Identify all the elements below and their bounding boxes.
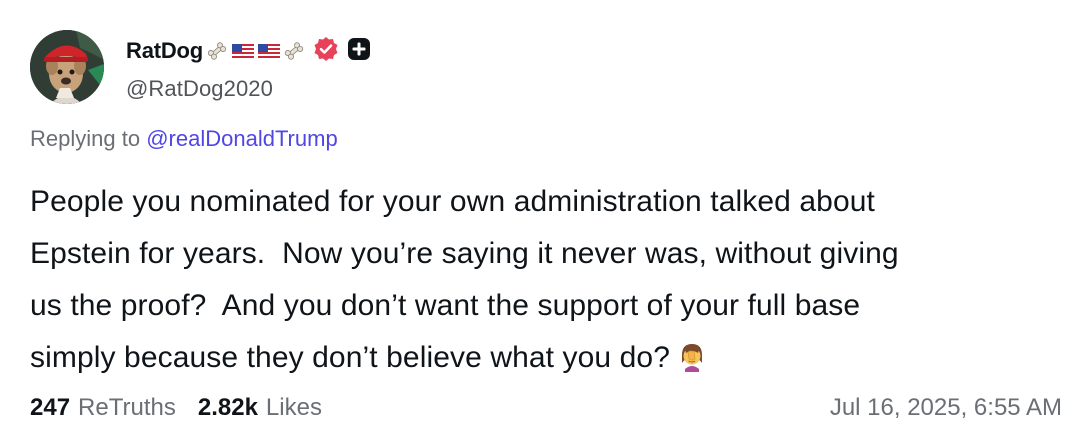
post-body-line: People you nominated for your own admini… xyxy=(30,185,875,218)
us-flag-icon xyxy=(231,44,255,58)
reply-mention-link[interactable]: @realDonaldTrump xyxy=(146,126,337,151)
post-body-line: simply because they don’t believe what y… xyxy=(30,341,670,374)
post-stats: 247 ReTruths 2.82k Likes xyxy=(30,394,322,422)
truth-post: RatDog @RatDog2020 Replying to @realDona… xyxy=(0,0,1080,448)
author-display-name[interactable]: RatDog xyxy=(126,38,203,64)
retruths-label[interactable]: ReTruths xyxy=(78,394,176,422)
likes-count[interactable]: 2.82k xyxy=(198,394,258,422)
author-handle[interactable]: @RatDog2020 xyxy=(126,76,273,102)
facepalm-emoji xyxy=(676,338,708,390)
post-body-line: Epstein for years. Now you’re saying it … xyxy=(30,237,899,270)
bone-icon xyxy=(206,40,228,62)
reply-context: Replying to @realDonaldTrump xyxy=(30,126,338,152)
post-body: People you nominated for your own admini… xyxy=(30,176,1030,390)
retruths-count[interactable]: 247 xyxy=(30,394,70,422)
avatar[interactable] xyxy=(30,30,104,104)
bone-icon xyxy=(283,40,305,62)
post-timestamp[interactable]: Jul 16, 2025, 6:55 AM xyxy=(830,394,1062,422)
verified-badge-icon xyxy=(313,36,339,67)
likes-label[interactable]: Likes xyxy=(266,394,322,422)
plus-badge-icon xyxy=(347,37,371,66)
us-flag-icon xyxy=(257,44,281,58)
author-name-row: RatDog xyxy=(126,34,371,68)
reply-prefix: Replying to xyxy=(30,126,141,151)
post-body-line-last: simply because they don’t believe what y… xyxy=(30,332,1030,390)
post-body-line: us the proof? And you don’t want the sup… xyxy=(30,289,861,322)
